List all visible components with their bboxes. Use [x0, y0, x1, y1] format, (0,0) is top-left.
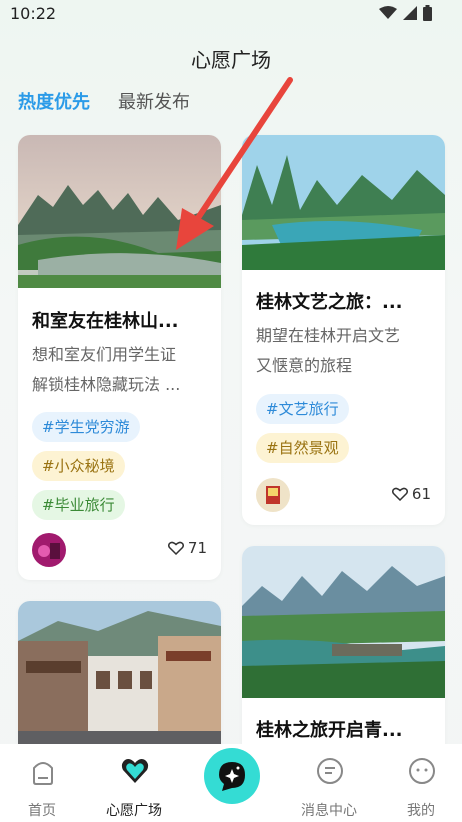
- nav-label: 我的: [407, 803, 435, 819]
- center-wish-button[interactable]: [204, 748, 260, 804]
- sparkle-chat-icon: [219, 762, 245, 791]
- heart-chat-icon: [121, 759, 149, 783]
- annotation-arrow: [176, 77, 293, 250]
- nav-label: 心愿广场: [106, 803, 162, 819]
- message-icon: [317, 758, 343, 784]
- profile-icon: [409, 758, 435, 784]
- nav-label: 消息中心: [301, 803, 357, 819]
- nav-label: 首页: [28, 803, 56, 819]
- home-icon: [33, 762, 53, 785]
